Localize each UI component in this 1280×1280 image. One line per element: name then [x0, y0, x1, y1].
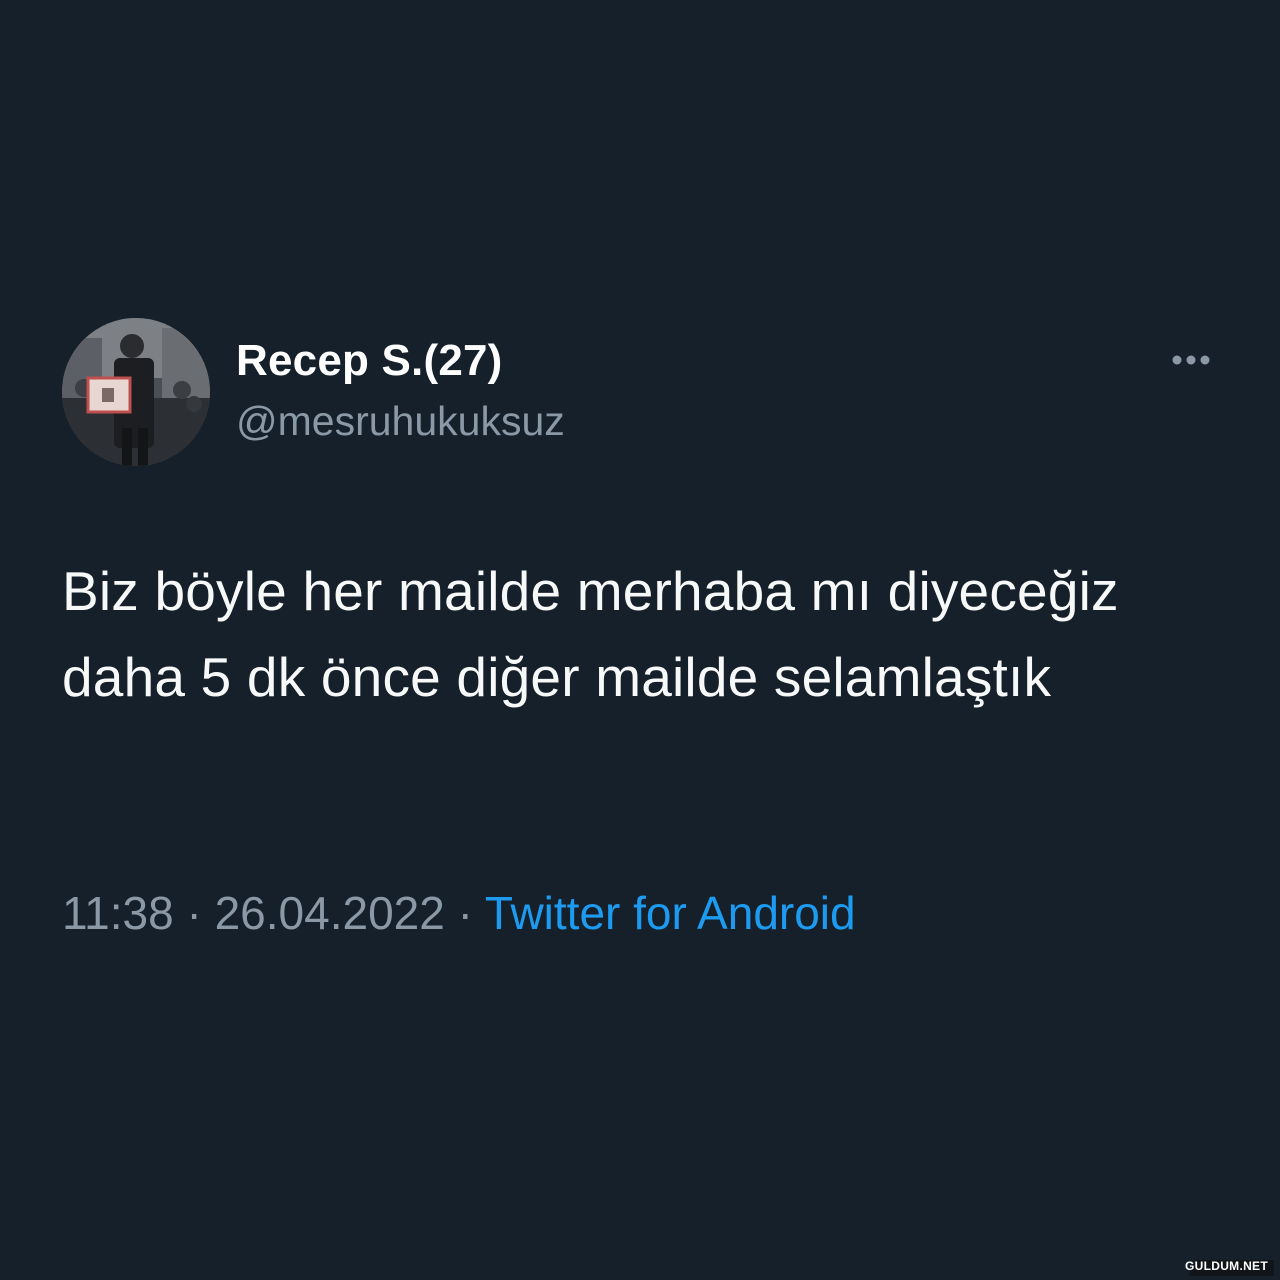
- watermark-text: GULDUM.NET: [1185, 1259, 1268, 1273]
- display-name[interactable]: Recep S.(27): [236, 336, 503, 386]
- tweet-source-link[interactable]: Twitter for Android: [485, 887, 856, 939]
- avatar[interactable]: [62, 318, 210, 466]
- meta-separator: ·: [444, 887, 485, 939]
- more-options-button[interactable]: [1164, 340, 1218, 380]
- user-handle[interactable]: @mesruhukuksuz: [236, 398, 565, 445]
- tweet-text: Biz böyle her mailde merhaba mı diyeceği…: [62, 560, 1119, 708]
- more-horizontal-icon: [1172, 355, 1210, 365]
- meta-separator: ·: [173, 887, 215, 939]
- tweet-meta: 11:38 · 26.04.2022 · Twitter for Android: [62, 886, 856, 940]
- watermark: GULDUM.NET: [1178, 1254, 1274, 1276]
- avatar-photo: [62, 318, 210, 466]
- tweet-date[interactable]: 26.04.2022: [215, 887, 445, 939]
- tweet-time[interactable]: 11:38: [62, 887, 174, 939]
